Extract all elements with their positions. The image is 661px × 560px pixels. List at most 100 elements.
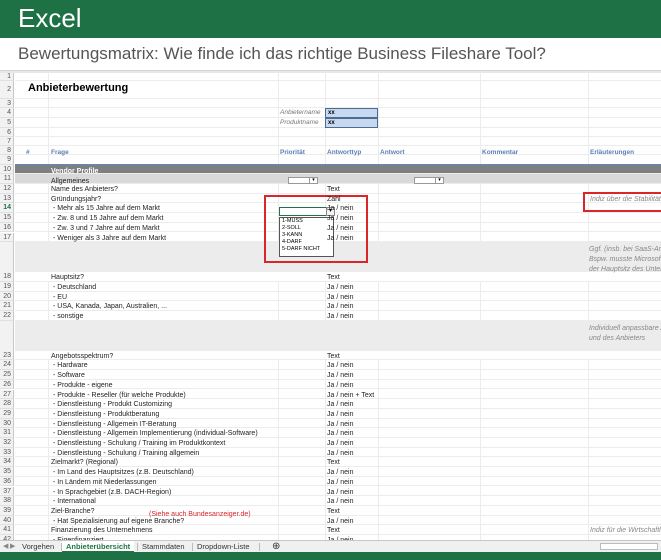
row-number[interactable]: 15 — [0, 213, 14, 223]
question-cell[interactable]: Finanzierung des Unternehmens — [51, 526, 153, 535]
row-number[interactable]: 9 — [0, 155, 14, 165]
question-cell[interactable]: - Zw. 3 und 7 Jahre auf dem Markt — [53, 224, 160, 233]
explanation-cell[interactable]: Indiz über die Stabilität d — [590, 195, 661, 204]
row-number[interactable]: 3 — [0, 99, 14, 108]
answer-type-cell[interactable]: Ja / nein — [327, 302, 353, 311]
question-cell[interactable]: Hauptsitz? — [51, 273, 84, 282]
explanation-cell[interactable]: Indiz für die Wirtschaftlic — [590, 526, 661, 535]
answer-type-cell[interactable]: Text — [327, 352, 340, 361]
row-number[interactable]: 14 — [0, 203, 14, 214]
answer-type-cell[interactable]: Ja / nein — [327, 488, 353, 497]
row-number[interactable]: 1 — [0, 73, 14, 81]
tab-next-icon[interactable]: ▶ — [10, 542, 15, 550]
row-number[interactable]: 33 — [0, 447, 14, 458]
row-number[interactable]: 23 — [0, 320, 14, 361]
row-number[interactable]: 34 — [0, 457, 14, 468]
question-cell[interactable]: - Im Land des Hauptsitzes (z.B. Deutschl… — [53, 468, 194, 477]
question-cell[interactable]: - Deutschland — [53, 283, 96, 292]
answer-type-cell[interactable]: Ja / nein — [327, 214, 353, 223]
answer-type-cell[interactable]: Ja / nein — [327, 293, 353, 302]
row-number[interactable]: 25 — [0, 370, 14, 380]
row-number[interactable]: 38 — [0, 496, 14, 506]
row-number[interactable]: 24 — [0, 360, 14, 371]
row-number[interactable]: 6 — [0, 128, 14, 137]
row-number[interactable]: 2 — [0, 81, 14, 99]
row-number[interactable]: 40 — [0, 515, 14, 526]
answer-type-cell[interactable]: Ja / nein — [327, 439, 353, 448]
answer-type-cell[interactable]: Ja / nein — [327, 478, 353, 487]
answer-type-cell[interactable]: Zahl — [327, 195, 341, 204]
question-cell[interactable]: - Dienstleistung - Allgemein Implementie… — [53, 429, 258, 438]
answer-type-cell[interactable]: Ja / nein — [327, 371, 353, 380]
question-cell[interactable]: - Dienstleistung - Allgemein IT-Beratung — [53, 420, 176, 429]
answer-type-cell[interactable]: Ja / nein — [327, 420, 353, 429]
answer-type-cell[interactable]: Ja / nein — [327, 400, 353, 409]
row-number[interactable]: 10 — [0, 165, 14, 174]
row-number[interactable]: 30 — [0, 418, 14, 429]
question-cell[interactable]: - Dienstleistung - Schulung / Training a… — [53, 449, 199, 458]
anbieter-input[interactable]: xx — [325, 108, 378, 118]
answer-type-cell[interactable]: Ja / nein + Text — [327, 391, 374, 400]
row-number[interactable]: 32 — [0, 438, 14, 448]
row-number[interactable]: 35 — [0, 467, 14, 477]
spreadsheet-grid[interactable]: Anbieterbewertung Anbietername xx Produk… — [0, 70, 661, 541]
answer-type-cell[interactable]: Ja / nein — [327, 361, 353, 370]
row-number[interactable]: 21 — [0, 301, 14, 311]
answer-type-cell[interactable]: Ja / nein — [327, 204, 353, 213]
question-cell[interactable]: - USA, Kanada, Japan, Australien, ... — [53, 302, 167, 311]
row-number[interactable]: 28 — [0, 399, 14, 409]
row-number[interactable]: 7 — [0, 137, 14, 146]
row-number[interactable]: 36 — [0, 476, 14, 487]
answer-type-cell[interactable]: Ja / nein — [327, 410, 353, 419]
question-cell[interactable]: - In Sprachgebiet (z.B. DACH-Region) — [53, 488, 171, 497]
tab-prev-icon[interactable]: ◀ — [3, 542, 8, 550]
question-cell[interactable]: - Software — [53, 371, 85, 380]
answer-type-cell[interactable]: Text — [327, 458, 340, 467]
question-cell[interactable]: - Mehr als 15 Jahre auf dem Markt — [53, 204, 160, 213]
question-cell[interactable]: - International — [53, 497, 96, 506]
row-number[interactable]: 17 — [0, 232, 14, 243]
question-cell[interactable]: Zielmarkt? (Regional) — [51, 458, 118, 467]
question-cell[interactable]: Gründungsjahr? — [51, 195, 101, 204]
row-number[interactable]: 11 — [0, 174, 14, 184]
row-number[interactable]: 26 — [0, 379, 14, 390]
question-cell[interactable]: - sonstige — [53, 312, 83, 321]
row-number[interactable]: 37 — [0, 486, 14, 497]
answer-type-cell[interactable]: Ja / nein — [327, 224, 353, 233]
row-number[interactable]: 5 — [0, 118, 14, 128]
question-cell[interactable]: - In Ländern mit Niederlassungen — [53, 478, 157, 487]
question-cell[interactable]: - EU — [53, 293, 67, 302]
question-cell[interactable]: - Hat Spezialisierung auf eigene Branche… — [53, 517, 184, 526]
row-number[interactable]: 19 — [0, 281, 14, 292]
question-cell[interactable]: - Hardware — [53, 361, 88, 370]
row-number[interactable]: 13 — [0, 193, 14, 204]
row-number[interactable]: 18 — [0, 242, 14, 282]
question-cell[interactable]: - Dienstleistung - Schulung / Training i… — [53, 439, 225, 448]
question-cell[interactable]: - Dienstleistung - Produktberatung — [53, 410, 159, 419]
row-number[interactable]: 20 — [0, 291, 14, 302]
row-number[interactable]: 4 — [0, 108, 14, 118]
priority-filter-dropdown[interactable]: ▾ — [288, 177, 318, 184]
answer-filter-dropdown[interactable]: ▾ — [414, 177, 444, 184]
question-cell[interactable]: Ziel-Branche? — [51, 507, 95, 516]
answer-type-cell[interactable]: Ja / nein — [327, 312, 353, 321]
question-cell[interactable]: Angebotsspektrum? — [51, 352, 113, 361]
row-number[interactable]: 12 — [0, 184, 14, 194]
answer-type-cell[interactable]: Ja / nein — [327, 468, 353, 477]
answer-type-cell[interactable]: Ja / nein — [327, 517, 353, 526]
question-cell[interactable]: - Produkte - eigene — [53, 381, 113, 390]
row-number[interactable]: 31 — [0, 428, 14, 438]
produkt-input[interactable]: xx — [325, 118, 378, 128]
answer-type-cell[interactable]: Ja / nein — [327, 234, 353, 243]
answer-type-cell[interactable]: Text — [327, 185, 340, 194]
answer-type-cell[interactable]: Ja / nein — [327, 381, 353, 390]
answer-type-cell[interactable]: Ja / nein — [327, 497, 353, 506]
question-cell[interactable]: - Dienstleistung - Produkt Customizing — [53, 400, 172, 409]
answer-type-cell[interactable]: Ja / nein — [327, 283, 353, 292]
answer-type-cell[interactable]: Ja / nein — [327, 429, 353, 438]
row-number[interactable]: 29 — [0, 408, 14, 419]
row-number[interactable]: 22 — [0, 311, 14, 321]
answer-type-cell[interactable]: Ja / nein — [327, 449, 353, 458]
row-number[interactable]: 39 — [0, 505, 14, 516]
question-cell[interactable]: - Zw. 8 und 15 Jahre auf dem Markt — [53, 214, 164, 223]
